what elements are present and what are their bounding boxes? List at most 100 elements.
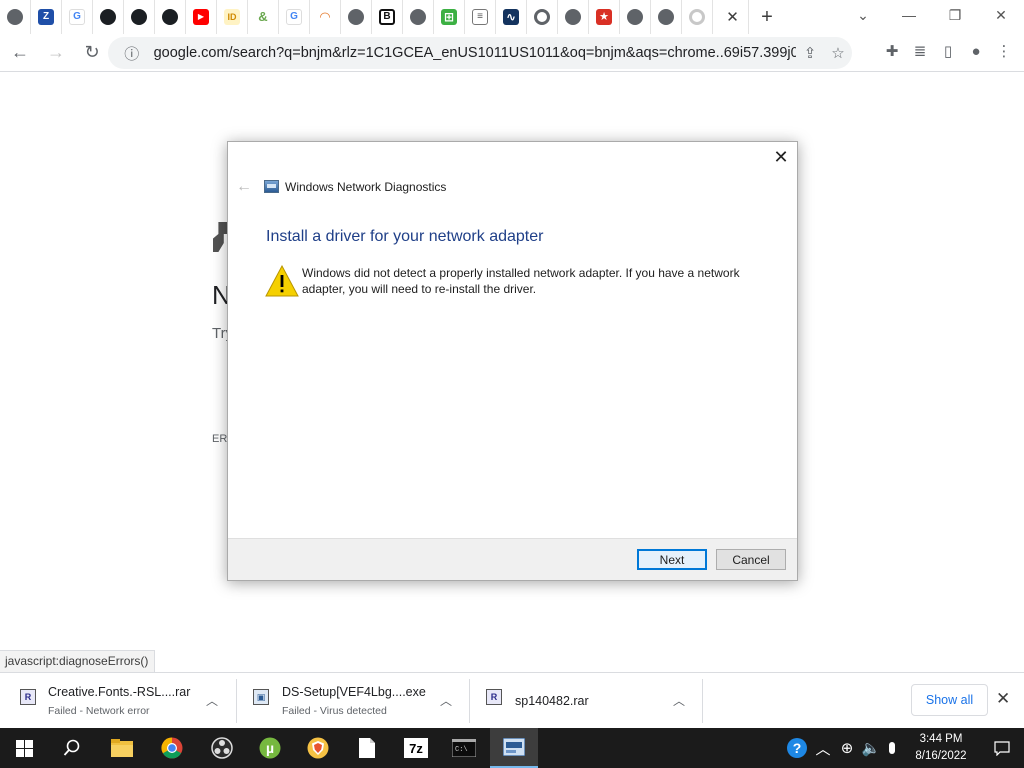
- address-bar[interactable]: ⓘ google.com/search?q=bnjm&rlz=1C1GCEA_e…: [108, 37, 852, 69]
- url-text[interactable]: google.com/search?q=bnjm&rlz=1C1GCEA_enU…: [154, 45, 796, 61]
- tab[interactable]: [620, 0, 651, 34]
- tab[interactable]: [527, 0, 558, 34]
- tab[interactable]: [93, 0, 124, 34]
- ampersand-icon: &: [255, 9, 271, 25]
- tab[interactable]: Z: [31, 0, 62, 34]
- network-globe-icon[interactable]: ⊕: [836, 728, 858, 768]
- tab[interactable]: [558, 0, 589, 34]
- globe-icon: [410, 9, 426, 25]
- download-item[interactable]: R sp140482.rar ︿: [470, 679, 703, 723]
- show-hidden-icons-chevron-icon[interactable]: ︿: [812, 728, 834, 768]
- reload-button[interactable]: ↻: [76, 37, 108, 69]
- show-all-button[interactable]: Show all: [911, 684, 988, 716]
- download-item[interactable]: ▣ DS-Setup[VEF4Lbg....exe Failed - Virus…: [237, 679, 470, 723]
- tab[interactable]: [651, 0, 682, 34]
- tab[interactable]: [124, 0, 155, 34]
- download-status: Failed - Virus detected: [282, 705, 387, 717]
- chevron-up-icon[interactable]: ︿: [673, 692, 685, 709]
- tab-active[interactable]: ✕: [713, 0, 749, 34]
- tab[interactable]: ID: [217, 0, 248, 34]
- search-icon: [63, 739, 80, 756]
- tab[interactable]: [682, 0, 713, 34]
- 7zip-button[interactable]: 7z: [392, 728, 440, 768]
- file-explorer-button[interactable]: [98, 728, 146, 768]
- tab[interactable]: ∿: [496, 0, 527, 34]
- menu-kebab-icon[interactable]: ⋮: [990, 37, 1018, 65]
- windows-logo-icon: [15, 739, 33, 757]
- system-clock[interactable]: 3:44 PM 8/16/2022: [902, 731, 980, 765]
- download-filename: sp140482.rar: [515, 694, 589, 708]
- restore-button[interactable]: ❐: [932, 0, 978, 30]
- reading-list-icon[interactable]: ≣: [906, 37, 934, 65]
- tab-search-chevron-icon[interactable]: ⌄: [840, 0, 886, 30]
- download-item[interactable]: R Creative.Fonts.-RSL....rar Failed - Ne…: [0, 679, 237, 723]
- share-icon[interactable]: ⇪: [796, 39, 824, 67]
- obs-button[interactable]: [198, 728, 246, 768]
- dialog-footer: Next Cancel: [228, 538, 797, 580]
- zoho-icon: Z: [38, 9, 54, 25]
- notification-center-icon[interactable]: [980, 728, 1024, 768]
- brave-button[interactable]: [294, 728, 342, 768]
- chrome-taskbar-button[interactable]: [148, 728, 196, 768]
- tab[interactable]: [403, 0, 434, 34]
- tab[interactable]: G: [62, 0, 93, 34]
- chevron-up-icon[interactable]: ︿: [206, 692, 218, 709]
- profile-avatar-icon[interactable]: ●: [962, 37, 990, 65]
- close-window-button[interactable]: ✕: [978, 0, 1024, 30]
- svg-text:µ: µ: [266, 740, 274, 756]
- extensions-puzzle-icon[interactable]: ✚: [878, 37, 906, 65]
- volume-icon[interactable]: 🔈: [860, 728, 882, 768]
- help-icon[interactable]: ?: [784, 728, 810, 768]
- dialog-close-button[interactable]: ✕: [771, 146, 791, 168]
- dialog-message: Windows did not detect a properly instal…: [302, 266, 740, 296]
- github-icon: [162, 9, 178, 25]
- chevron-up-icon[interactable]: ︿: [440, 692, 452, 709]
- obs-icon: [211, 737, 233, 759]
- bold-b-icon: B: [379, 9, 395, 25]
- search-button[interactable]: [48, 728, 96, 768]
- close-tab-icon[interactable]: ✕: [726, 8, 739, 26]
- utorrent-button[interactable]: µ: [246, 728, 294, 768]
- side-panel-icon[interactable]: ▯: [934, 37, 962, 65]
- youtube-icon: ▶: [193, 9, 209, 25]
- tab[interactable]: ★: [589, 0, 620, 34]
- github-icon: [131, 9, 147, 25]
- tab[interactable]: G: [279, 0, 310, 34]
- tab[interactable]: ⊞: [434, 0, 465, 34]
- next-button[interactable]: Next: [637, 549, 707, 570]
- network-diagnostics-taskbar-button[interactable]: [490, 728, 538, 768]
- tab[interactable]: &: [248, 0, 279, 34]
- dialog-back-arrow-icon[interactable]: ←: [236, 178, 252, 196]
- document-button[interactable]: [343, 728, 391, 768]
- minimize-button[interactable]: —: [886, 0, 932, 30]
- command-prompt-button[interactable]: C:\: [440, 728, 488, 768]
- shield-icon: [307, 737, 329, 759]
- blank-document-icon: [359, 738, 375, 758]
- tab[interactable]: ≡: [465, 0, 496, 34]
- bookmark-star-icon[interactable]: ☆: [824, 39, 852, 67]
- globe-icon: [348, 9, 364, 25]
- tab[interactable]: [0, 0, 31, 34]
- network-diagnostics-app-icon: [264, 180, 279, 193]
- start-button[interactable]: [0, 728, 48, 768]
- network-diagnostics-icon: [503, 738, 525, 756]
- info-icon[interactable]: ⓘ: [118, 39, 146, 67]
- microphone-icon[interactable]: [884, 728, 900, 768]
- tab[interactable]: B: [372, 0, 403, 34]
- cancel-button[interactable]: Cancel: [716, 549, 786, 570]
- window-controls: ⌄ — ❐ ✕: [840, 0, 1024, 34]
- clock-time: 3:44 PM: [919, 733, 963, 745]
- tab[interactable]: ◠: [310, 0, 341, 34]
- svg-text:C:\: C:\: [455, 746, 468, 754]
- close-shelf-icon[interactable]: ✕: [996, 689, 1010, 709]
- dialog-app-title: Windows Network Diagnostics: [285, 180, 447, 194]
- tab[interactable]: ▶: [186, 0, 217, 34]
- news-icon: ≡: [472, 9, 488, 25]
- network-diagnostics-dialog: ✕ ← Windows Network Diagnostics Install …: [227, 141, 798, 581]
- link-status-bubble: javascript:diagnoseErrors(): [0, 650, 156, 672]
- back-button[interactable]: ←: [4, 37, 36, 69]
- forward-button[interactable]: →: [40, 37, 72, 69]
- tab[interactable]: [155, 0, 186, 34]
- tab[interactable]: [341, 0, 372, 34]
- new-tab-button[interactable]: +: [749, 0, 785, 34]
